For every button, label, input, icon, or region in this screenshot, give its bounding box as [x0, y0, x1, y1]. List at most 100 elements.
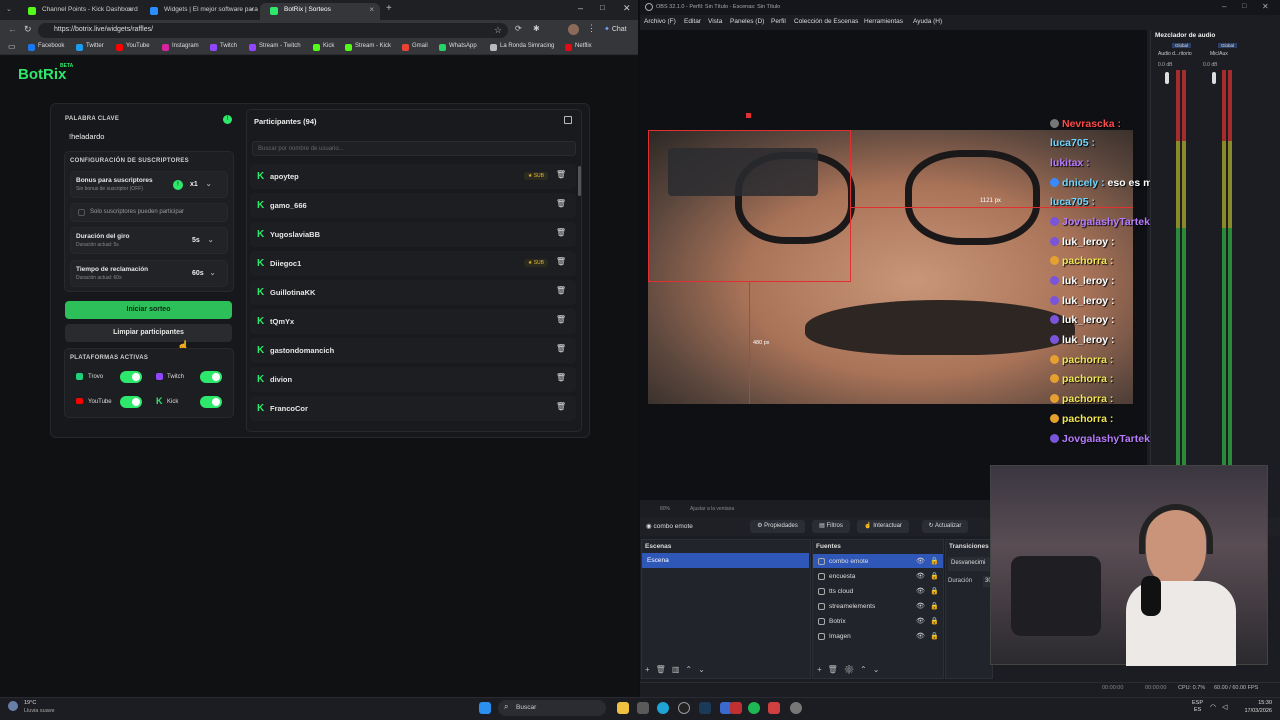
extensions-icon[interactable]: ⟳ — [515, 24, 522, 33]
bookmark-stream-twitch[interactable]: Stream - Twitch — [249, 43, 301, 51]
extension-icon[interactable]: ✱ — [533, 24, 540, 33]
up-icon[interactable]: ⌃ — [685, 665, 698, 674]
bookmark-whatsapp[interactable]: WhatsApp — [439, 43, 477, 51]
twitch-toggle[interactable] — [200, 371, 222, 383]
lock-icon[interactable]: 🔒 — [930, 617, 939, 625]
menu-paneles[interactable]: Paneles (D) — [730, 18, 764, 25]
add-icon[interactable]: + — [817, 665, 828, 674]
eye-icon[interactable]: 👁 — [916, 587, 925, 595]
lock-icon[interactable]: 🔒 — [930, 557, 939, 565]
zoom-fit[interactable]: Ajustar a la ventana — [690, 506, 734, 512]
new-tab-button[interactable]: + — [386, 3, 392, 14]
lock-icon[interactable]: 🔒 — [930, 602, 939, 610]
bookmark-twitter[interactable]: Twitter — [76, 43, 104, 51]
app-icon[interactable] — [768, 702, 780, 714]
volume-fader[interactable] — [1212, 72, 1216, 84]
trash-icon[interactable]: 🗑 — [556, 228, 566, 237]
star-icon[interactable]: ☆ — [494, 25, 502, 36]
eye-icon[interactable]: 👁 — [916, 632, 925, 640]
tab-list-icon[interactable]: ⌄ — [6, 5, 12, 13]
source-item[interactable]: Botrix — [829, 618, 846, 625]
minimize-button[interactable]: – — [578, 3, 583, 13]
info-icon[interactable]: ! — [223, 115, 232, 124]
menu-ayuda[interactable]: Ayuda (H) — [913, 18, 942, 25]
tab-widgets[interactable]: Widgets | El mejor software para × — [140, 3, 260, 20]
trash-icon[interactable]: 🗑 — [556, 257, 566, 266]
lock-icon[interactable]: 🔒 — [930, 632, 939, 640]
url-field[interactable]: https://botrix.live/widgets/raffles/ ☆ — [38, 23, 508, 38]
menu-herramientas[interactable]: Herramientas — [864, 18, 903, 25]
tab-botrix[interactable]: BotRix | Sorteos × — [260, 3, 380, 20]
bookmark-gmail[interactable]: Gmail — [402, 43, 428, 51]
claim-select[interactable]: 60s ⌄ — [192, 269, 216, 277]
keyword-input[interactable]: !heladardo — [65, 129, 233, 144]
source-item[interactable]: encuesta — [829, 573, 855, 580]
eye-icon[interactable]: 👁 — [916, 617, 925, 625]
spin-select[interactable]: 5s ⌄ — [192, 236, 214, 244]
steam-icon[interactable] — [699, 702, 711, 714]
obs-minimize-button[interactable]: – — [1222, 2, 1226, 11]
trash-icon[interactable]: 🗑 — [556, 286, 566, 295]
eye-icon[interactable]: 👁 — [916, 572, 925, 580]
down-icon[interactable]: ⌄ — [873, 665, 886, 674]
close-icon[interactable]: × — [249, 5, 254, 14]
info-icon[interactable]: ! — [173, 180, 183, 190]
source-item[interactable]: tts cloud — [829, 588, 853, 595]
zoom-value[interactable]: 80% — [660, 506, 670, 512]
spotify-icon[interactable] — [748, 702, 760, 714]
maximize-button[interactable]: □ — [600, 3, 605, 12]
refresh-button[interactable]: ↻ Actualizar — [922, 520, 968, 533]
eye-icon[interactable]: 👁 — [916, 602, 925, 610]
windows-start-icon[interactable] — [479, 702, 491, 714]
source-item[interactable]: streamelements — [829, 603, 875, 610]
clock-date[interactable]: 17/03/2026 — [1234, 708, 1272, 714]
bookmark-youtube[interactable]: YouTube — [116, 43, 150, 51]
remove-icon[interactable]: 🗑 — [828, 665, 844, 674]
bookmark-netflix[interactable]: Netflix — [565, 43, 592, 51]
filter-icon[interactable]: ▥ — [672, 665, 686, 674]
bookmark-twitch[interactable]: Twitch — [210, 43, 237, 51]
trash-icon[interactable]: 🗑 — [556, 344, 566, 353]
source-item[interactable]: Imagen — [829, 633, 851, 640]
remove-icon[interactable]: 🗑 — [656, 665, 672, 674]
clock-time[interactable]: 15:30 — [1238, 700, 1272, 706]
up-icon[interactable]: ⌃ — [860, 665, 873, 674]
close-icon[interactable]: × — [369, 5, 374, 14]
tab-channel-points[interactable]: Channel Points - Kick Dashboard × — [18, 3, 138, 20]
lock-icon[interactable]: 🔒 — [930, 587, 939, 595]
settings-icon[interactable] — [790, 702, 802, 714]
wifi-icon[interactable]: ◠ — [1210, 703, 1216, 711]
trash-icon[interactable]: 🗑 — [556, 199, 566, 208]
edge-icon[interactable] — [657, 702, 669, 714]
properties-button[interactable]: ⚙ Propiedades — [750, 520, 805, 533]
participant-search-input[interactable]: Buscar por nombre de usuario... — [252, 141, 576, 156]
kick-toggle[interactable] — [200, 396, 222, 408]
bookmark-la-ronda[interactable]: La Ronda Simracing — [490, 43, 554, 51]
interact-button[interactable]: ☝ Interactuar — [857, 520, 909, 533]
apps-icon[interactable]: ▭ — [8, 42, 16, 51]
menu-archivo[interactable]: Archivo (F) — [644, 18, 676, 25]
app-icon[interactable] — [637, 702, 649, 714]
subs-only-checkbox[interactable] — [78, 209, 85, 216]
start-raffle-button[interactable]: Iniciar sorteo — [65, 301, 232, 319]
file-explorer-icon[interactable] — [617, 702, 629, 714]
trovo-toggle[interactable] — [120, 371, 142, 383]
obs-maximize-button[interactable]: □ — [1242, 3, 1246, 10]
weather-icon[interactable] — [8, 701, 18, 711]
trash-icon[interactable]: 🗑 — [556, 373, 566, 382]
gear-icon[interactable]: ⚙ — [844, 665, 860, 674]
lock-icon[interactable]: 🔒 — [930, 572, 939, 580]
close-icon[interactable]: × — [127, 5, 132, 14]
mixer-channel-mic[interactable]: Mic/Aux — [1210, 51, 1228, 57]
app-icon[interactable] — [730, 702, 742, 714]
obs-close-button[interactable]: ✕ — [1262, 2, 1269, 11]
down-icon[interactable]: ⌄ — [698, 665, 711, 674]
copy-icon[interactable] — [564, 116, 572, 124]
bookmark-stream-kick[interactable]: Stream - Kick — [345, 43, 391, 51]
bookmark-facebook[interactable]: Facebook — [28, 43, 64, 51]
volume-icon[interactable]: ◁ — [1222, 703, 1227, 711]
clear-participants-button[interactable]: Limpiar participantes — [65, 324, 232, 342]
trash-icon[interactable]: 🗑 — [556, 402, 566, 411]
bookmark-kick[interactable]: Kick — [313, 43, 334, 51]
mixer-channel-desktop[interactable]: Audio d...ritorio — [1158, 51, 1192, 57]
